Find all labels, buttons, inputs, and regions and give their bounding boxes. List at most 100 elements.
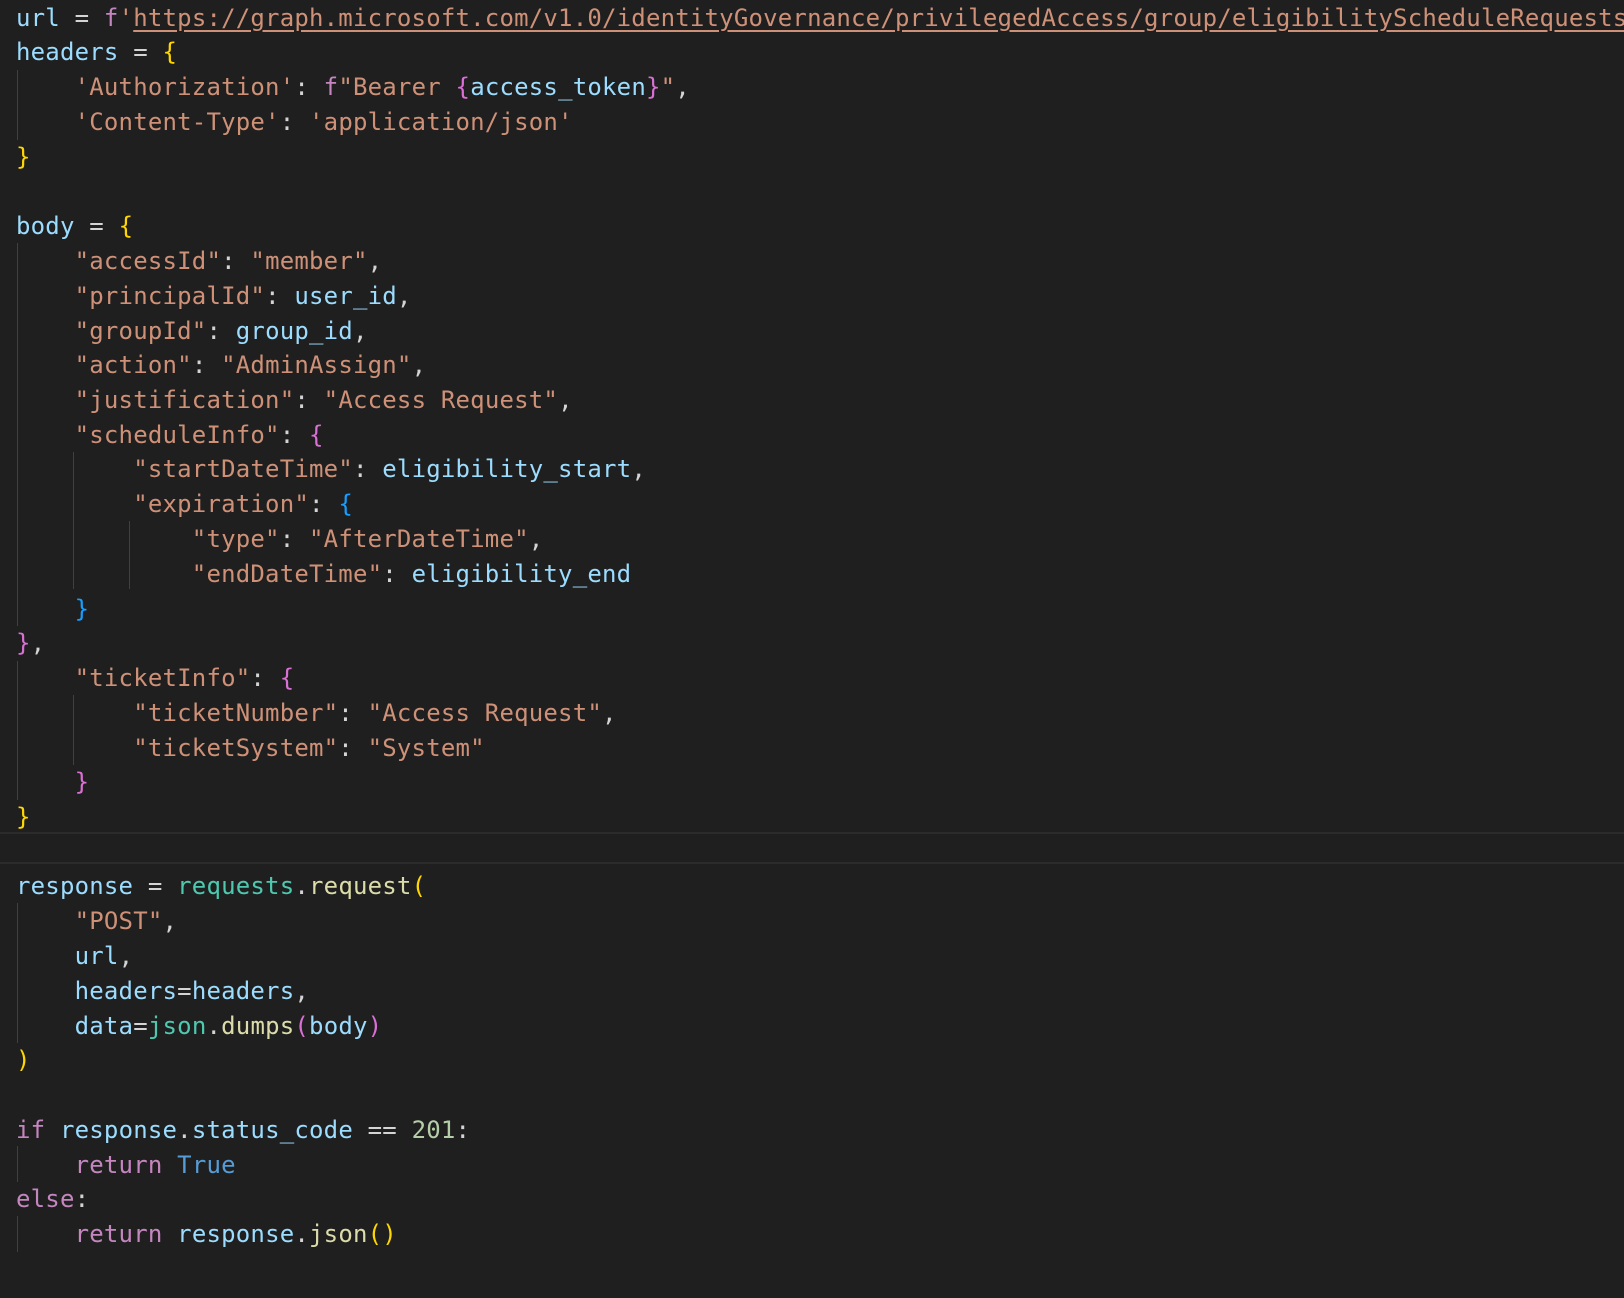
code-line[interactable]: headers = { <box>16 34 177 70</box>
code-line[interactable]: return response.json() <box>16 1216 397 1252</box>
string-token: "startDateTime" <box>133 455 353 483</box>
operator-token: : <box>221 247 251 275</box>
code-line[interactable]: else: <box>16 1181 89 1217</box>
operator-token: : <box>74 1185 90 1213</box>
string-token: "ticketSystem" <box>133 734 339 762</box>
code-line[interactable]: url = f'https://graph.microsoft.com/v1.0… <box>16 0 1624 36</box>
code-line[interactable]: response = requests.request( <box>16 868 426 904</box>
bracket-token: ( <box>294 1012 310 1040</box>
operator-token: , <box>352 317 368 345</box>
string-token: "action" <box>74 351 192 379</box>
folding-separator <box>0 832 1624 834</box>
operator-token: : <box>338 699 368 727</box>
constant-token: True <box>177 1151 236 1179</box>
operator-token: : <box>309 490 339 518</box>
operator-token: . <box>294 1220 310 1248</box>
keyword-token: if <box>16 1116 46 1144</box>
code-line[interactable]: }, <box>16 625 45 661</box>
bracket-token: } <box>16 143 31 171</box>
code-line[interactable]: } <box>16 799 31 835</box>
string-token: "ticketNumber" <box>133 699 339 727</box>
bracket-token: { <box>118 212 134 240</box>
function-token: request <box>309 872 412 900</box>
operator-token: = <box>74 212 119 240</box>
code-line[interactable]: "justification": "Access Request", <box>16 382 573 418</box>
code-line[interactable]: "groupId": group_id, <box>16 313 368 349</box>
identifier-token: eligibility_end <box>411 560 632 588</box>
identifier-token: response <box>59 1116 178 1144</box>
code-editor[interactable]: url = f'https://graph.microsoft.com/v1.0… <box>0 0 1624 1298</box>
operator-token: : <box>206 317 236 345</box>
code-line[interactable]: "endDateTime": eligibility_end <box>16 556 631 592</box>
code-line[interactable]: "accessId": "member", <box>16 243 382 279</box>
operator-token: : <box>352 455 383 483</box>
indent-guide <box>17 243 18 626</box>
operator-token: , <box>294 977 310 1005</box>
operator-token: , <box>602 699 617 727</box>
operator-token: : <box>455 1116 471 1144</box>
string-token: "member" <box>250 247 368 275</box>
code-line[interactable]: url, <box>16 938 133 974</box>
code-line[interactable]: return True <box>16 1147 236 1183</box>
code-line[interactable]: } <box>16 764 89 800</box>
identifier-token: url <box>74 942 119 970</box>
identifier-token: response <box>177 1220 295 1248</box>
code-line[interactable]: data=json.dumps(body) <box>16 1008 383 1044</box>
code-line[interactable]: if response.status_code == 201: <box>16 1112 470 1148</box>
operator-token: : <box>250 664 280 692</box>
operator-token: : <box>382 560 412 588</box>
operator-token: . <box>177 1116 192 1144</box>
bracket-token: } <box>16 629 31 657</box>
bracket-token: } <box>74 595 90 623</box>
code-line[interactable]: headers=headers, <box>16 973 309 1009</box>
bracket-token: } <box>74 768 90 796</box>
operator-token: , <box>30 629 46 657</box>
code-line[interactable]: body = { <box>16 208 133 244</box>
url-link[interactable]: https://graph.microsoft.com/v1.0/identit… <box>133 4 1624 32</box>
code-line[interactable]: "ticketInfo": { <box>16 660 295 696</box>
code-line[interactable]: "startDateTime": eligibility_start, <box>16 451 646 487</box>
code-line[interactable]: 'Content-Type': 'application/json' <box>16 104 573 140</box>
code-line[interactable]: "principalId": user_id, <box>16 278 412 314</box>
bracket-token: ) <box>16 1046 31 1074</box>
code-line[interactable]: } <box>16 591 89 627</box>
string-token: "groupId" <box>74 317 207 345</box>
operator-token: : <box>279 108 310 136</box>
identifier-token: status_code <box>191 1116 353 1144</box>
string-token: 'Content-Type' <box>74 108 280 136</box>
identifier-token: body <box>16 212 75 240</box>
code-line[interactable]: ) <box>16 1042 31 1078</box>
operator-token: : <box>265 282 295 310</box>
bracket-token: () <box>367 1220 397 1248</box>
operator-token: = <box>133 1012 148 1040</box>
code-line[interactable]: 'Authorization': f"Bearer {access_token}… <box>16 69 690 105</box>
identifier-token: access_token <box>470 73 646 101</box>
code-line[interactable]: "expiration": { <box>16 486 353 522</box>
code-line[interactable]: "POST", <box>16 903 177 939</box>
code-line[interactable]: "ticketSystem": "System" <box>16 730 485 766</box>
code-line[interactable]: "ticketNumber": "Access Request", <box>16 695 617 731</box>
identifier-token: response <box>16 872 134 900</box>
code-line[interactable]: "scheduleInfo": { <box>16 417 324 453</box>
code-line[interactable]: "action": "AdminAssign", <box>16 347 426 383</box>
string-token: "justification" <box>74 386 295 414</box>
string-token: "accessId" <box>74 247 222 275</box>
code-line[interactable]: } <box>16 139 31 175</box>
code-line[interactable]: "type": "AfterDateTime", <box>16 521 543 557</box>
string-token: "Access Request" <box>323 386 559 414</box>
keyword-token: else <box>16 1185 75 1213</box>
operator-token: : <box>191 351 222 379</box>
identifier-token: headers <box>191 977 295 1005</box>
string-token: 'Authorization' <box>74 73 295 101</box>
